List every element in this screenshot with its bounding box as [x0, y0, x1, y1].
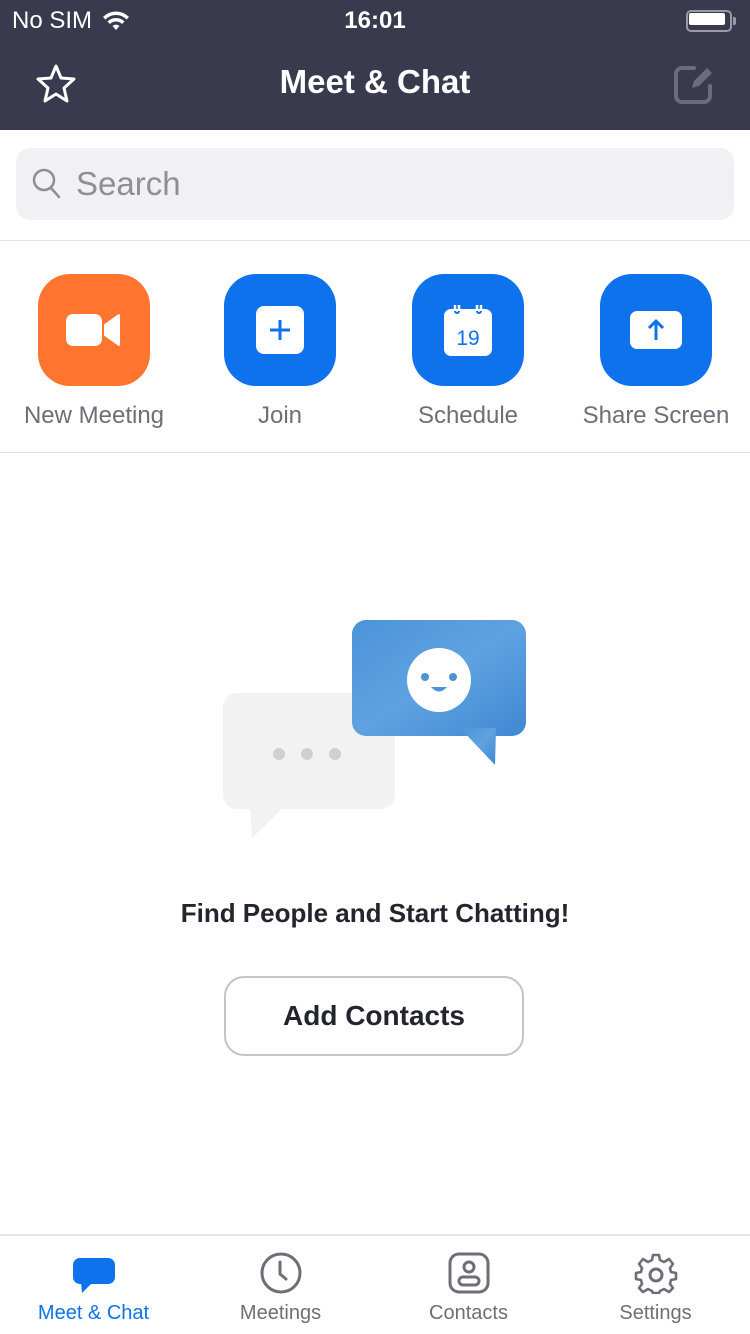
tab-settings[interactable]: Settings — [562, 1236, 749, 1334]
new-meeting-tile[interactable] — [38, 274, 150, 386]
quick-actions: New Meeting Join 19 Schedule Share Scree… — [0, 274, 750, 434]
smiley-face-icon — [407, 648, 471, 712]
chat-bubbles-illustration — [223, 620, 526, 838]
share-screen-tile[interactable] — [600, 274, 712, 386]
divider — [0, 240, 750, 241]
compose-button[interactable] — [670, 60, 718, 108]
top-bar: No SIM 16:01 Meet & Chat — [0, 0, 750, 130]
new-meeting-label: New Meeting — [23, 402, 165, 429]
divider — [0, 452, 750, 453]
share-screen-icon — [630, 311, 682, 349]
new-meeting-button[interactable]: New Meeting — [0, 274, 188, 430]
contact-card-icon — [448, 1252, 489, 1294]
gear-icon — [634, 1253, 677, 1294]
search-input[interactable] — [76, 165, 676, 203]
calendar-icon: 19 — [444, 305, 492, 356]
tab-label: Meet & Chat — [37, 1302, 150, 1324]
tab-contacts[interactable]: Contacts — [375, 1236, 562, 1334]
status-time: 16:01 — [344, 7, 406, 34]
compose-icon — [674, 66, 712, 104]
tab-bar: Meet & Chat Meetings Contacts Settings — [0, 1234, 750, 1334]
calendar-day: 19 — [456, 327, 479, 350]
share-screen-button[interactable]: Share Screen — [562, 274, 750, 430]
share-screen-label: Share Screen — [582, 402, 730, 429]
tab-label: Settings — [619, 1302, 692, 1324]
plus-icon — [256, 306, 304, 354]
schedule-label: Schedule — [417, 402, 519, 429]
join-button[interactable]: Join — [186, 274, 374, 430]
video-camera-icon — [66, 314, 120, 346]
search-icon — [32, 168, 61, 199]
tab-label: Meetings — [239, 1302, 322, 1324]
clock-icon — [260, 1252, 301, 1294]
tab-meetings[interactable]: Meetings — [187, 1236, 374, 1334]
chat-bubble-icon — [72, 1258, 115, 1293]
add-contacts-button[interactable]: Add Contacts — [224, 976, 524, 1056]
schedule-tile[interactable]: 19 — [412, 274, 524, 386]
join-tile[interactable] — [224, 274, 336, 386]
battery-icon — [686, 10, 736, 32]
tab-label: Contacts — [429, 1302, 508, 1324]
status-bar: No SIM 16:01 — [0, 0, 750, 40]
tab-meet-chat[interactable]: Meet & Chat — [0, 1236, 187, 1334]
empty-state-title: Find People and Start Chatting! — [180, 898, 570, 928]
schedule-button[interactable]: 19 Schedule — [374, 274, 562, 430]
page-title: Meet & Chat — [279, 63, 471, 100]
search-bar[interactable] — [16, 148, 734, 220]
join-label: Join — [257, 402, 303, 429]
